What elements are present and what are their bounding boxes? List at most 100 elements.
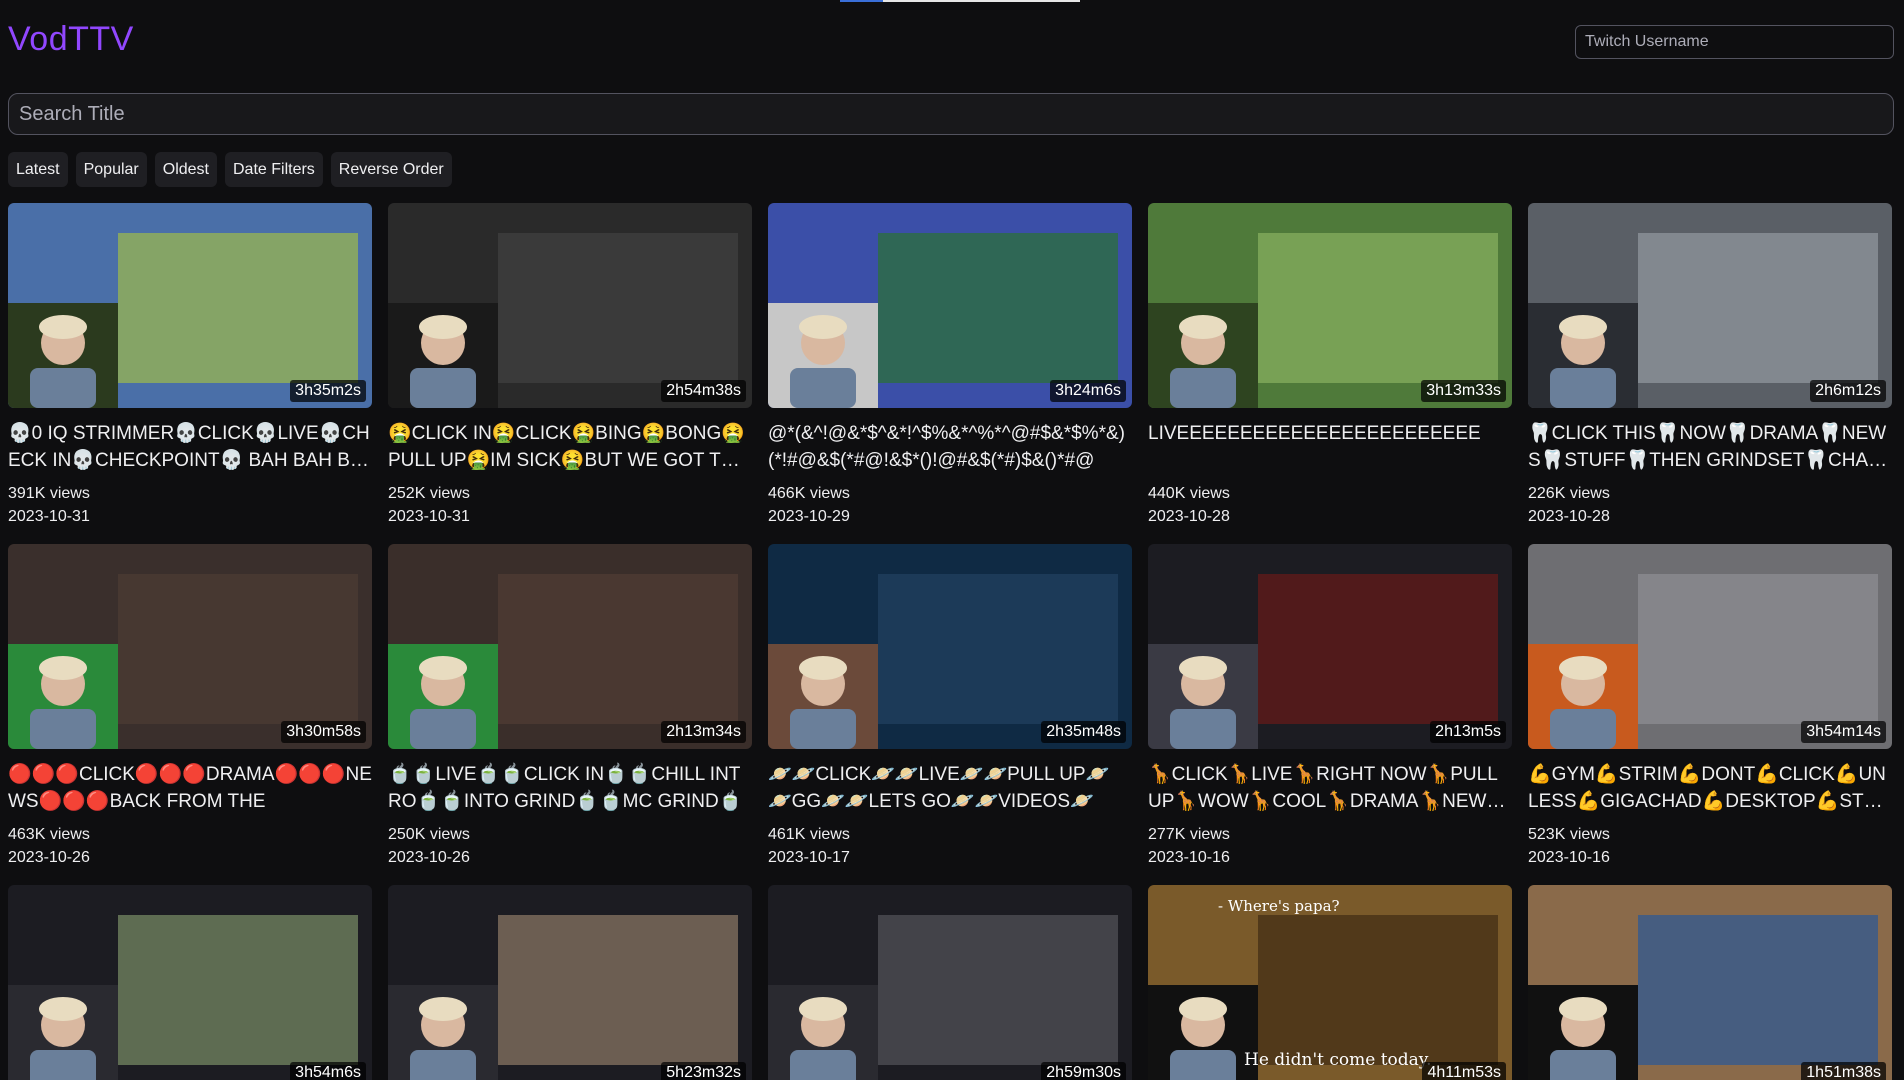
thumb-streamer-hair — [799, 315, 847, 339]
video-duration: 3h24m6s — [1050, 380, 1126, 402]
video-card[interactable]: 3h13m33s LIVEEEEEEEEEEEEEEEEEEEEEEEE 440… — [1148, 203, 1512, 527]
thumb-scene — [498, 574, 738, 724]
thumb-scene — [118, 574, 358, 724]
thumb-scene — [1258, 915, 1498, 1065]
thumb-streamer-shirt — [410, 1050, 476, 1080]
filter-latest-button[interactable]: Latest — [8, 152, 68, 187]
thumb-streamer-shirt — [1550, 709, 1616, 749]
filter-oldest-button[interactable]: Oldest — [154, 152, 217, 187]
thumb-scene — [1638, 915, 1878, 1065]
video-card[interactable]: 3h35m2s 💀0 IQ STRIMMER💀CLICK💀LIVE💀CHECK … — [8, 203, 372, 527]
video-views: 226K views — [1528, 485, 1610, 502]
video-date: 2023-10-31 — [8, 508, 90, 525]
video-card[interactable]: 3h24m6s @*(&^!@&*$^&*!^$%&*^%*^@#$&*$%*&… — [768, 203, 1132, 527]
video-card[interactable]: 5h23m32s — [388, 885, 752, 1080]
video-date: 2023-10-26 — [388, 849, 470, 866]
reverse-order-button[interactable]: Reverse Order — [330, 152, 452, 187]
video-thumbnail[interactable]: 3h30m58s — [8, 544, 372, 749]
thumb-scene — [1638, 574, 1878, 724]
thumb-streamer-shirt — [30, 1050, 96, 1080]
thumb-scene — [878, 574, 1118, 724]
thumb-streamer-hair — [1179, 315, 1227, 339]
thumb-streamer-shirt — [1170, 368, 1236, 408]
video-thumbnail[interactable]: 2h13m34s — [388, 544, 752, 749]
video-thumbnail[interactable]: 3h35m2s — [8, 203, 372, 408]
video-thumbnail[interactable]: 2h13m5s — [1148, 544, 1512, 749]
video-card[interactable]: 2h59m30s — [768, 885, 1132, 1080]
video-card[interactable]: 2h13m5s 🦒CLICK🦒LIVE🦒RIGHT NOW🦒PULL UP🦒WO… — [1148, 544, 1512, 868]
video-title[interactable]: 🤮CLICK IN🤮CLICK🤮BING🤮BONG🤮PULL UP🤮IM SIC… — [388, 420, 752, 474]
video-duration: 3h54m6s — [290, 1062, 366, 1080]
video-title[interactable]: 🦒CLICK🦒LIVE🦒RIGHT NOW🦒PULL UP🦒WOW🦒COOL🦒D… — [1148, 761, 1512, 815]
video-date: 2023-10-28 — [1148, 508, 1230, 525]
thumb-streamer-hair — [1179, 997, 1227, 1021]
video-views: 466K views — [768, 485, 850, 502]
video-views: 252K views — [388, 485, 470, 502]
thumb-streamer-hair — [39, 656, 87, 680]
app-logo[interactable]: VodTTV — [8, 20, 134, 59]
video-card[interactable]: 2h54m38s 🤮CLICK IN🤮CLICK🤮BING🤮BONG🤮PULL … — [388, 203, 752, 527]
thumb-caption-top: - Where's papa? — [1218, 897, 1340, 915]
video-thumbnail[interactable]: 2h6m12s — [1528, 203, 1892, 408]
video-thumbnail[interactable]: 5h23m32s — [388, 885, 752, 1080]
video-date: 2023-10-28 — [1528, 508, 1610, 525]
video-views: 250K views — [388, 826, 470, 843]
video-title[interactable]: 💀0 IQ STRIMMER💀CLICK💀LIVE💀CHECK IN💀CHECK… — [8, 420, 372, 474]
video-duration: 2h54m38s — [661, 380, 746, 402]
thumb-streamer-hair — [1179, 656, 1227, 680]
video-card[interactable]: 3h30m58s 🔴🔴🔴CLICK🔴🔴🔴DRAMA🔴🔴🔴NEWS🔴🔴🔴BACK … — [8, 544, 372, 868]
video-views: 463K views — [8, 826, 90, 843]
thumb-streamer-shirt — [1550, 1050, 1616, 1080]
thumb-caption-bottom: He didn't come today. — [1244, 1050, 1432, 1070]
twitch-username-input[interactable] — [1575, 25, 1894, 59]
video-views: 391K views — [8, 485, 90, 502]
thumb-streamer-hair — [419, 656, 467, 680]
thumb-streamer-shirt — [790, 368, 856, 408]
video-date: 2023-10-17 — [768, 849, 850, 866]
thumb-streamer-shirt — [790, 709, 856, 749]
thumb-streamer-hair — [39, 997, 87, 1021]
video-title[interactable]: 🪐🪐CLICK🪐🪐LIVE🪐🪐PULL UP🪐🪐GG🪐🪐LETS GO🪐🪐VID… — [768, 761, 1132, 815]
video-duration: 2h13m5s — [1430, 721, 1506, 743]
thumb-scene — [1638, 233, 1878, 383]
video-thumbnail[interactable]: 2h59m30s — [768, 885, 1132, 1080]
thumb-streamer-hair — [39, 315, 87, 339]
video-date: 2023-10-31 — [388, 508, 470, 525]
thumb-streamer-hair — [419, 997, 467, 1021]
video-card[interactable]: - Where's papa? He didn't come today. 4h… — [1148, 885, 1512, 1080]
thumb-streamer-shirt — [410, 709, 476, 749]
video-card[interactable]: 3h54m14s 💪GYM💪STRIM💪DONT💪CLICK💪UNLESS💪GI… — [1528, 544, 1892, 868]
video-thumbnail[interactable]: 3h54m14s — [1528, 544, 1892, 749]
video-title[interactable]: 🍵🍵LIVE🍵🍵CLICK IN🍵🍵CHILL INTRO🍵🍵INTO GRIN… — [388, 761, 752, 815]
video-views: 523K views — [1528, 826, 1610, 843]
video-title[interactable]: @*(&^!@&*$^&*!^$%&*^%*^@#$&*$%*&)(*!#@&$… — [768, 420, 1132, 474]
video-duration: 3h35m2s — [290, 380, 366, 402]
video-card[interactable]: 1h51m38s — [1528, 885, 1892, 1080]
video-card[interactable]: 2h13m34s 🍵🍵LIVE🍵🍵CLICK IN🍵🍵CHILL INTRO🍵🍵… — [388, 544, 752, 868]
thumb-streamer-shirt — [1550, 368, 1616, 408]
thumb-streamer-hair — [799, 656, 847, 680]
video-thumbnail[interactable]: 3h54m6s — [8, 885, 372, 1080]
thumb-streamer-hair — [1559, 656, 1607, 680]
video-thumbnail[interactable]: 1h51m38s — [1528, 885, 1892, 1080]
video-duration: 2h59m30s — [1041, 1062, 1126, 1080]
video-title[interactable]: 🔴🔴🔴CLICK🔴🔴🔴DRAMA🔴🔴🔴NEWS🔴🔴🔴BACK FROM THE — [8, 761, 372, 815]
filter-popular-button[interactable]: Popular — [75, 152, 147, 187]
video-thumbnail[interactable]: - Where's papa? He didn't come today. 4h… — [1148, 885, 1512, 1080]
video-card[interactable]: 3h54m6s — [8, 885, 372, 1080]
thumb-scene — [1258, 233, 1498, 383]
search-title-input[interactable] — [8, 93, 1894, 135]
video-views: 440K views — [1148, 485, 1230, 502]
video-card[interactable]: 2h6m12s 🦷CLICK THIS🦷NOW🦷DRAMA🦷NEWS🦷STUFF… — [1528, 203, 1892, 527]
video-title[interactable]: LIVEEEEEEEEEEEEEEEEEEEEEEEE — [1148, 420, 1512, 474]
video-thumbnail[interactable]: 2h54m38s — [388, 203, 752, 408]
date-filters-button[interactable]: Date Filters — [225, 152, 323, 187]
video-thumbnail[interactable]: 3h13m33s — [1148, 203, 1512, 408]
video-thumbnail[interactable]: 2h35m48s — [768, 544, 1132, 749]
video-title[interactable]: 💪GYM💪STRIM💪DONT💪CLICK💪UNLESS💪GIGACHAD💪DE… — [1528, 761, 1892, 815]
video-thumbnail[interactable]: 3h24m6s — [768, 203, 1132, 408]
video-duration: 5h23m32s — [661, 1062, 746, 1080]
video-title[interactable]: 🦷CLICK THIS🦷NOW🦷DRAMA🦷NEWS🦷STUFF🦷THEN GR… — [1528, 420, 1892, 474]
video-date: 2023-10-26 — [8, 849, 90, 866]
video-card[interactable]: 2h35m48s 🪐🪐CLICK🪐🪐LIVE🪐🪐PULL UP🪐🪐GG🪐🪐LET… — [768, 544, 1132, 868]
